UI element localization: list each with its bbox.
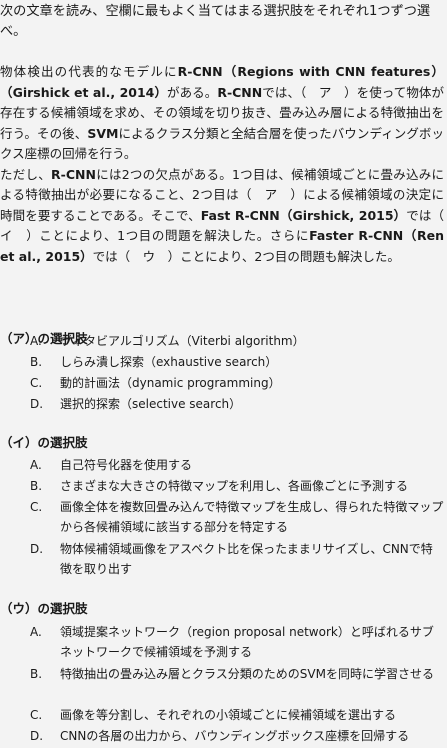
passage-bold-text: Fast R-CNN（Girshick, 2015） [200, 207, 407, 223]
option-text: 領域提案ネットワーク（region proposal network）と呼ばれる… [60, 625, 434, 659]
option-u-D[interactable]: D. CNNの各層の出力から、バウンディングボックス座標を回帰する [30, 726, 444, 746]
option-text: CNNの各層の出力から、バウンディングボックス座標を回帰する [60, 729, 410, 743]
option-letter: A. [30, 625, 42, 639]
option-letter: C. [30, 500, 43, 514]
option-a-A-row[interactable]: A. ヴィタビアルゴリズム（Viterbi algorithm） [30, 331, 444, 351]
option-i-B[interactable]: B. さまざまな大きさの特徴マップを利用し、各画像ごとに予測する [30, 476, 444, 496]
option-text: ヴィタビアルゴリズム（Viterbi algorithm） [60, 334, 305, 348]
passage-bold-text: SVM [87, 125, 119, 141]
option-letter: A. [30, 334, 42, 348]
option-letter: D. [30, 542, 44, 556]
option-letter: C. [30, 376, 43, 390]
option-letter: D. [30, 397, 44, 411]
option-text: 画像全体を複数回畳み込んで特徴マップを生成し、得られた特徴マップから各候補領域に… [60, 500, 444, 534]
option-a-C[interactable]: C. 動的計画法（dynamic programming） [30, 373, 444, 393]
option-text: 動的計画法（dynamic programming） [60, 376, 281, 390]
option-letter: D. [30, 729, 44, 743]
option-letter: C. [30, 708, 43, 722]
option-text: しらみ潰し探索（exhaustive search） [60, 355, 278, 369]
passage: 物体検出の代表的なモデルにR-CNN（Regions with CNN feat… [0, 62, 447, 268]
passage-bold-text: R-CNN [217, 84, 263, 100]
passage-text: ただし、 [0, 166, 52, 182]
option-text: 選択的探索（selective search） [60, 397, 242, 411]
passage-text: 物体検出の代表的なモデルに [0, 64, 178, 79]
option-u-A[interactable]: A. 領域提案ネットワーク（region proposal network）と呼ば… [30, 622, 444, 662]
option-letter: A. [30, 458, 42, 472]
passage-bold-text: R-CNN [51, 166, 96, 182]
option-i-A[interactable]: A. 自己符号化器を使用する [30, 455, 444, 475]
group-title-i: （イ）の選択肢 [0, 435, 88, 450]
group-title-u: （ウ）の選択肢 [0, 601, 88, 616]
option-letter: B. [30, 479, 43, 493]
option-a-D[interactable]: D. 選択的探索（selective search） [30, 394, 444, 414]
option-text: 自己符号化器を使用する [60, 458, 193, 472]
option-a-B[interactable]: B. しらみ潰し探索（exhaustive search） [30, 352, 444, 372]
option-text: 特徴抽出の畳み込み層とクラス分類のためのSVMを同時に学習させる [60, 667, 434, 681]
option-i-C[interactable]: C. 画像全体を複数回畳み込んで特徴マップを生成し、得られた特徴マップから各候補領… [30, 497, 444, 537]
option-i-D[interactable]: D. 物体候補領域画像をアスペクト比を保ったままリサイズし、CNNで特徴を取り出す [30, 539, 444, 579]
instruction-text: 次の文章を読み、空欄に最もよく当てはまる選択肢をそれぞれ1つずつ選べ。 [0, 4, 431, 39]
question-page: 次の文章を読み、空欄に最もよく当てはまる選択肢をそれぞれ1つずつ選べ。 物体検出… [0, 0, 447, 748]
option-letter: B. [30, 355, 43, 369]
option-text: 画像を等分割し、それぞれの小領域ごとに候補領域を選出する [60, 708, 397, 722]
option-letter: B. [30, 667, 43, 681]
passage-text: がある。 [167, 84, 218, 100]
option-text: 物体候補領域画像をアスペクト比を保ったままリサイズし、CNNで特徴を取り出す [60, 542, 433, 576]
passage-paragraph-2: ただし、R-CNNには2つの欠点がある。1つ目は、候補領域ごとに畳み込みによる特… [0, 165, 447, 268]
passage-paragraph-1: 物体検出の代表的なモデルにR-CNN（Regions with CNN feat… [0, 62, 444, 165]
option-text: さまざまな大きさの特徴マップを利用し、各画像ごとに予測する [60, 479, 409, 493]
passage-text: では（ ウ ）ことにより、2つ目の問題も解決した。 [92, 248, 400, 264]
option-u-C[interactable]: C. 画像を等分割し、それぞれの小領域ごとに候補領域を選出する [30, 705, 444, 725]
option-u-B[interactable]: B. 特徴抽出の畳み込み層とクラス分類のためのSVMを同時に学習させる [30, 664, 444, 684]
